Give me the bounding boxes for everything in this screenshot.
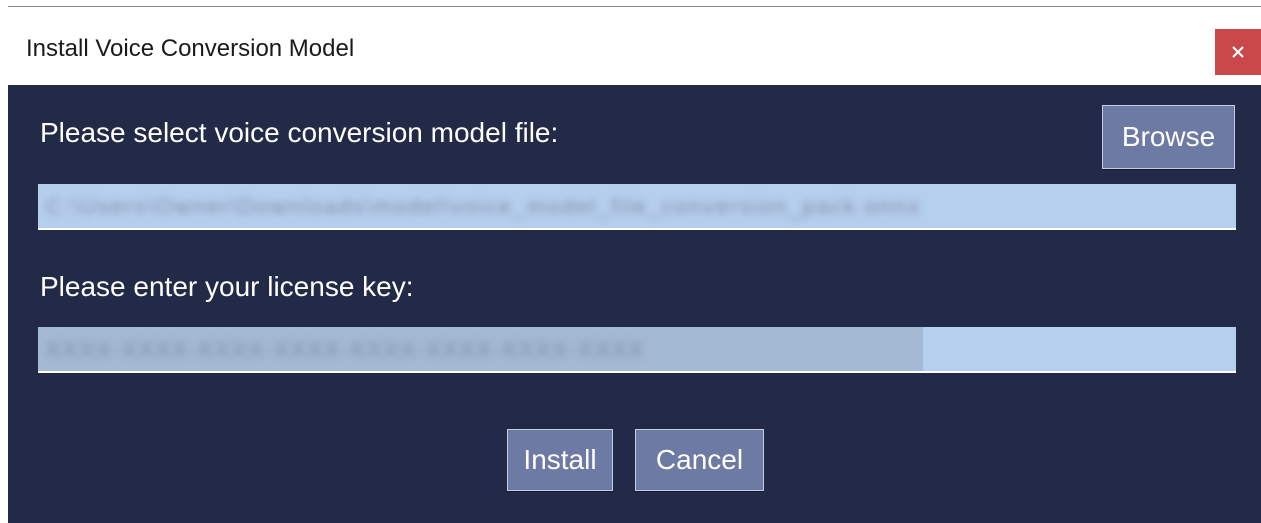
title-bar: Install Voice Conversion Model — [8, 7, 1261, 85]
dialog-title: Install Voice Conversion Model — [26, 35, 355, 62]
install-button[interactable]: Install — [507, 429, 613, 491]
browse-button[interactable]: Browse — [1102, 105, 1235, 169]
model-file-label: Please select voice conversion model fil… — [40, 117, 559, 148]
model-file-value: C:\Users\Owner\Downloads\model\voice_mod… — [46, 194, 921, 219]
license-key-value: XXXX-XXXX-XXXX-XXXX-XXXX-XXXX-XXXX-XXXX — [46, 337, 645, 362]
license-key-field[interactable]: XXXX-XXXX-XXXX-XXXX-XXXX-XXXX-XXXX-XXXX — [38, 327, 1236, 373]
install-dialog: Install Voice Conversion Model Please se… — [8, 6, 1261, 523]
close-icon — [1232, 46, 1244, 58]
license-key-label: Please enter your license key: — [40, 271, 414, 302]
model-file-field[interactable]: C:\Users\Owner\Downloads\model\voice_mod… — [38, 184, 1236, 230]
close-button[interactable] — [1215, 29, 1261, 75]
dialog-body: Please select voice conversion model fil… — [8, 85, 1261, 523]
cancel-button[interactable]: Cancel — [635, 429, 764, 491]
